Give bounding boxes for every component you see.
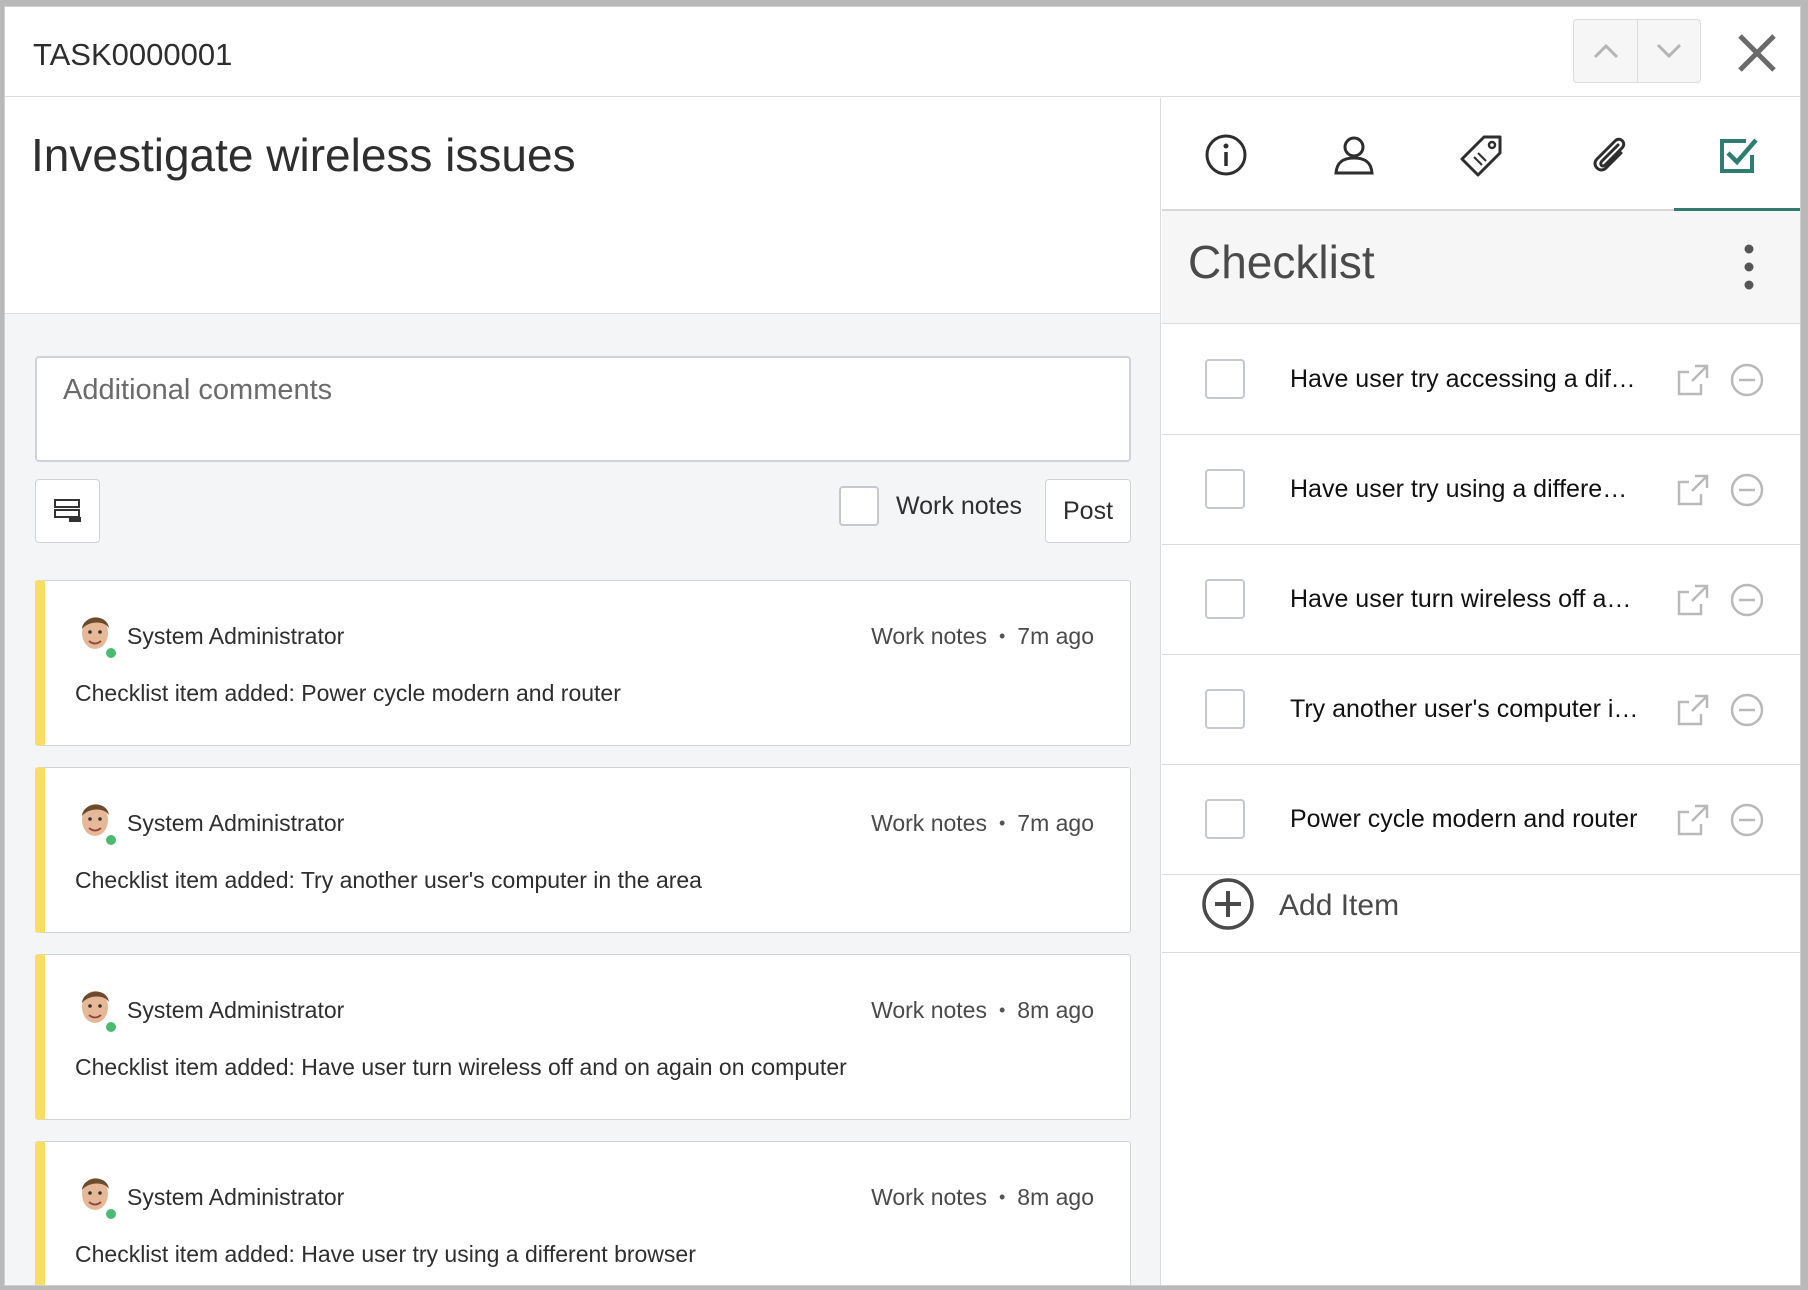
title-area: Investigate wireless issues <box>5 98 1160 314</box>
feed-text: Checklist item added: Have user try usin… <box>75 1241 696 1267</box>
format-icon <box>53 499 81 522</box>
separator-dot: • <box>998 1000 1006 1020</box>
separator-dot: • <box>998 1187 1006 1207</box>
tab-tags[interactable] <box>1418 98 1546 211</box>
plus-circle-icon <box>1202 878 1254 930</box>
sidebar-panel: Checklist Have user try accessing a diff… <box>1162 98 1800 1285</box>
avatar <box>82 991 117 1033</box>
open-external-icon[interactable] <box>1675 692 1711 728</box>
checklist-item-label[interactable]: Have user try accessing a diff… <box>1290 365 1640 394</box>
separator-dot: • <box>998 813 1006 833</box>
checklist-item-label[interactable]: Try another user's computer i… <box>1290 695 1640 724</box>
feed-author: System Administrator <box>127 997 345 1023</box>
record-navigation <box>1573 19 1701 83</box>
post-button[interactable]: Post <box>1045 479 1131 543</box>
more-options-icon[interactable] <box>1739 241 1759 293</box>
chevron-up-icon <box>1593 43 1618 59</box>
tag-icon <box>1460 135 1502 176</box>
checklist-item-label[interactable]: Power cycle modern and router <box>1290 805 1640 834</box>
chevron-down-icon <box>1656 43 1682 59</box>
feed-type: Work notes <box>871 623 987 649</box>
tab-attachments[interactable] <box>1546 98 1674 211</box>
open-external-icon[interactable] <box>1675 472 1711 508</box>
feed-type: Work notes <box>871 1184 987 1210</box>
task-modal: TASK0000001 Investigate wireless issues <box>4 6 1801 1286</box>
remove-icon[interactable] <box>1729 362 1765 398</box>
feed-time: 8m ago <box>1017 997 1094 1023</box>
feed-type: Work notes <box>871 997 987 1023</box>
paperclip-icon <box>1593 137 1626 171</box>
checklist-item-checkbox[interactable] <box>1205 579 1245 619</box>
task-number: TASK0000001 <box>33 37 233 72</box>
work-notes-checkbox[interactable] <box>839 486 879 526</box>
feed-entry: System Administrator Work notes • 8m ago… <box>35 954 1131 1120</box>
avatar <box>82 1178 117 1220</box>
remove-icon[interactable] <box>1729 582 1765 618</box>
feed-author: System Administrator <box>127 623 345 649</box>
open-external-icon[interactable] <box>1675 362 1711 398</box>
open-external-icon[interactable] <box>1675 802 1711 838</box>
tab-checklist[interactable] <box>1674 98 1800 213</box>
next-record-button[interactable] <box>1637 20 1700 82</box>
checklist-item: Try another user's computer i… <box>1162 655 1800 765</box>
feed-author: System Administrator <box>127 810 345 836</box>
checklist-item-checkbox[interactable] <box>1205 359 1245 399</box>
feed-author: System Administrator <box>127 1184 345 1210</box>
short-description: Investigate wireless issues <box>31 129 576 181</box>
feed-entry: System Administrator Work notes • 7m ago… <box>35 767 1131 933</box>
feed-type: Work notes <box>871 810 987 836</box>
modal-header: TASK0000001 <box>5 7 1800 97</box>
feed-entry: System Administrator Work notes • 7m ago… <box>35 580 1131 746</box>
user-icon <box>1334 136 1374 174</box>
avatar <box>82 804 117 846</box>
feed-meta: Work notes • 8m ago <box>871 1184 1094 1211</box>
sidebar-tabs <box>1162 98 1800 213</box>
checklist-item-checkbox[interactable] <box>1205 799 1245 839</box>
checklist-item: Have user try using a differen… <box>1162 435 1800 545</box>
feed-meta: Work notes • 8m ago <box>871 997 1094 1024</box>
checklist-item: Have user try accessing a diff… <box>1162 325 1800 435</box>
add-item-label: Add Item <box>1279 889 1400 922</box>
checklist-item: Have user turn wireless off an… <box>1162 545 1800 655</box>
info-icon <box>1205 134 1247 175</box>
separator-dot: • <box>998 626 1006 646</box>
remove-icon[interactable] <box>1729 802 1765 838</box>
close-button[interactable] <box>1733 29 1781 77</box>
checklist-item-label[interactable]: Have user turn wireless off an… <box>1290 585 1640 614</box>
checklist-item-checkbox[interactable] <box>1205 469 1245 509</box>
previous-record-button[interactable] <box>1574 20 1637 82</box>
feed-meta: Work notes • 7m ago <box>871 810 1094 837</box>
checklist-title: Checklist <box>1188 236 1375 288</box>
checklist-header: Checklist <box>1162 211 1800 324</box>
work-notes-label: Work notes <box>896 492 1022 520</box>
feed-entry: System Administrator Work notes • 8m ago… <box>35 1141 1131 1285</box>
remove-icon[interactable] <box>1729 692 1765 728</box>
tab-people[interactable] <box>1290 98 1418 211</box>
feed-time: 8m ago <box>1017 1184 1094 1210</box>
tab-details[interactable] <box>1162 98 1290 211</box>
open-external-icon[interactable] <box>1675 582 1711 618</box>
checklist-item-label[interactable]: Have user try using a differen… <box>1290 475 1640 504</box>
activity-panel: Investigate wireless issues Work notes P… <box>5 98 1161 1285</box>
checklist-item-checkbox[interactable] <box>1205 689 1245 729</box>
feed-time: 7m ago <box>1017 810 1094 836</box>
feed-text: Checklist item added: Try another user's… <box>75 867 702 893</box>
checkbox-icon <box>1720 138 1758 173</box>
add-item-button[interactable]: Add Item <box>1162 853 1800 953</box>
remove-icon[interactable] <box>1729 472 1765 508</box>
additional-comments-input[interactable] <box>35 356 1131 462</box>
feed-text: Checklist item added: Power cycle modern… <box>75 680 621 706</box>
feed-time: 7m ago <box>1017 623 1094 649</box>
feed-meta: Work notes • 7m ago <box>871 623 1094 650</box>
avatar <box>82 617 117 659</box>
format-toggle-button[interactable] <box>35 479 100 543</box>
feed-text: Checklist item added: Have user turn wir… <box>75 1054 847 1080</box>
close-icon <box>1738 34 1776 72</box>
